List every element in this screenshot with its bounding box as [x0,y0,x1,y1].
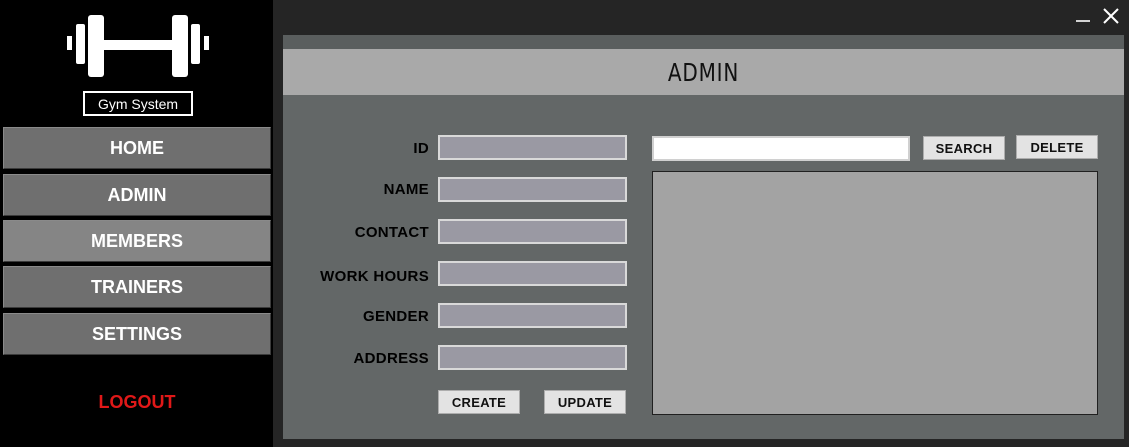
app-brand-label: Gym System [83,91,193,116]
window-controls [1073,4,1121,28]
delete-button[interactable]: DELETE [1016,135,1098,159]
results-table[interactable] [652,171,1098,415]
page-title-bar: ADMIN [283,49,1124,95]
dumbbell-icon [67,15,209,77]
close-icon[interactable] [1101,6,1121,26]
gender-label: GENDER [363,308,429,325]
address-input[interactable] [438,345,627,370]
nav-settings-button[interactable]: SETTINGS [3,313,271,355]
id-input[interactable] [438,135,627,160]
contact-input[interactable] [438,219,627,244]
nav-trainers-label: TRAINERS [90,276,183,297]
id-label: ID [413,140,429,157]
address-label: ADDRESS [353,350,429,367]
minimize-icon[interactable] [1073,6,1093,26]
work-hours-label: WORK HOURS [320,268,429,285]
admin-panel: ADMIN ID NAME CONTACT WORK HOURS GENDER … [283,35,1124,439]
update-button[interactable]: UPDATE [544,390,626,414]
logout-button[interactable]: LOGOUT [3,389,271,415]
search-button[interactable]: SEARCH [923,136,1005,160]
contact-label: CONTACT [354,224,429,241]
name-input[interactable] [438,177,627,202]
search-input[interactable] [652,136,910,161]
nav-admin-label: ADMIN [107,184,167,205]
nav-settings-label: SETTINGS [91,323,182,344]
nav-members-button[interactable]: MEMBERS [3,220,271,262]
nav-home-button[interactable]: HOME [3,127,271,169]
panel-top-strip [283,35,1124,49]
sidebar: Gym System HOME ADMIN MEMBERS TRAINERS S… [0,0,273,447]
page-title: ADMIN [667,57,740,87]
create-button[interactable]: CREATE [438,390,520,414]
work-hours-input[interactable] [438,261,627,286]
nav-home-label: HOME [110,137,164,158]
gender-input[interactable] [438,303,627,328]
nav-admin-button[interactable]: ADMIN [3,174,271,216]
name-label: NAME [383,181,429,198]
main-window: ADMIN ID NAME CONTACT WORK HOURS GENDER … [273,0,1129,447]
nav-members-label: MEMBERS [90,230,183,251]
nav-trainers-button[interactable]: TRAINERS [3,266,271,308]
